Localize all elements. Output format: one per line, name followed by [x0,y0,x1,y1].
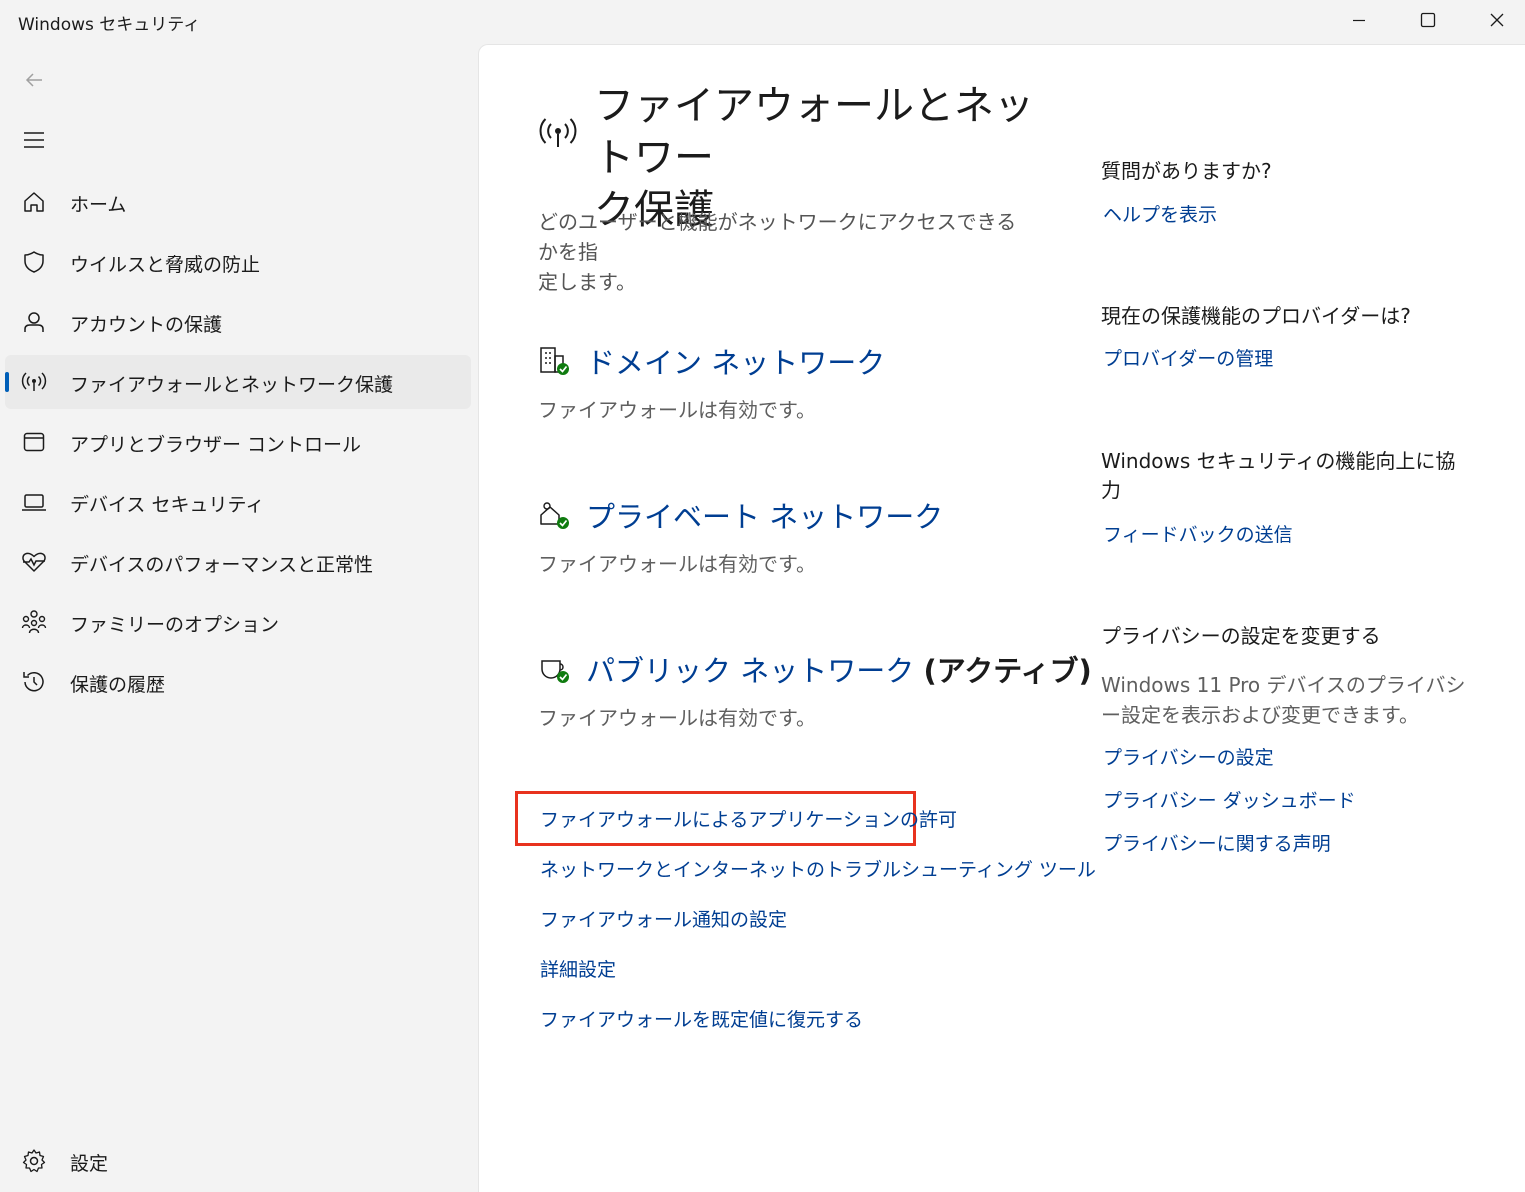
title-bar: Windows セキュリティ [0,0,1525,44]
sidebar-item-family-options[interactable]: ファミリーのオプション [5,595,471,649]
network-name: プライベート ネットワーク [586,500,944,534]
shield-icon [21,249,47,275]
menu-button[interactable] [14,122,54,158]
sidebar-item-home[interactable]: ホーム [5,175,471,229]
app-title: Windows セキュリティ [18,15,201,35]
laptop-icon [21,489,47,515]
maximize-icon [1420,12,1436,28]
private-network-icon [538,498,572,532]
active-badge: (アクティブ) [923,654,1092,688]
back-arrow-icon [25,73,42,87]
back-button[interactable] [14,62,54,98]
wifi-antenna-icon [21,369,47,395]
sidebar-item-label: 保護の履歴 [70,674,166,696]
network-name: ドメイン ネットワーク [586,346,886,380]
sidebar-item-account-protection[interactable]: アカウントの保護 [5,295,471,349]
get-help-link[interactable]: ヘルプを表示 [1103,200,1217,227]
close-icon [1490,13,1504,27]
sidebar-item-device-security[interactable]: デバイス セキュリティ [5,475,471,529]
network-name: パブリック ネットワーク [586,654,915,688]
home-icon [21,189,47,215]
domain-network-link[interactable]: ドメイン ネットワーク [586,340,885,382]
sidebar-item-app-browser[interactable]: アプリとブラウザー コントロール [5,415,471,469]
privacy-description: Windows 11 Pro デバイスのプライバシー設定を表示および変更できます… [1101,673,1466,727]
sidebar-item-protection-history[interactable]: 保護の履歴 [5,655,471,709]
hamburger-menu-icon [24,132,44,148]
public-network-icon [538,652,572,686]
sidebar-item-label: ファミリーのオプション [70,614,280,636]
page-title-line: ファイアウォールとネットワー [594,83,1034,181]
send-feedback-link[interactable]: フィードバックの送信 [1103,520,1293,547]
provider-heading: 現在の保護機能のプロバイダーは? [1101,304,1411,328]
description-line: 定します。 [538,270,636,294]
family-icon [21,609,47,635]
network-troubleshooter-link[interactable]: ネットワークとインターネットのトラブルシューティング ツール [540,855,1096,882]
domain-network-icon [538,344,572,378]
public-network-status: ファイアウォールは有効です。 [538,706,816,730]
restore-firewall-defaults-link[interactable]: ファイアウォールを既定値に復元する [540,1005,863,1032]
maximize-button[interactable] [1394,0,1462,40]
app-window-icon [21,429,47,455]
heart-pulse-icon [21,549,47,575]
firewall-notification-settings-link[interactable]: ファイアウォール通知の設定 [540,905,787,932]
sidebar-item-label: デバイスのパフォーマンスと正常性 [70,554,374,576]
privacy-dashboard-link[interactable]: プライバシー ダッシュボード [1103,786,1356,813]
sidebar-item-label: デバイス セキュリティ [70,494,265,516]
page-description: どのユーザーと機能がネットワークにアクセスできるかを指 定します。 [538,207,1028,297]
sidebar-item-device-performance[interactable]: デバイスのパフォーマンスと正常性 [5,535,471,589]
private-network-link[interactable]: プライベート ネットワーク [586,494,943,536]
sidebar-item-label: ウイルスと脅威の防止 [70,254,261,276]
sidebar-item-label: ホーム [70,194,127,216]
privacy-heading: プライバシーの設定を変更する [1101,624,1381,648]
sidebar-item-virus-protection[interactable]: ウイルスと脅威の防止 [5,235,471,289]
sidebar-item-firewall[interactable]: ファイアウォールとネットワーク保護 [5,355,471,409]
minimize-button[interactable] [1325,0,1393,40]
description-line: どのユーザーと機能がネットワークにアクセスできるかを指 [538,210,1017,264]
person-icon [21,309,47,335]
feedback-heading: Windows セキュリティの機能向上に協力 [1101,449,1456,502]
allow-app-through-firewall-link[interactable]: ファイアウォールによるアプリケーションの許可 [540,805,957,832]
minimize-icon [1353,19,1365,22]
private-network-status: ファイアウォールは有効です。 [538,552,816,576]
sidebar-item-label: アプリとブラウザー コントロール [70,434,362,456]
privacy-settings-link[interactable]: プライバシーの設定 [1103,743,1274,770]
sidebar-item-settings[interactable]: 設定 [5,1134,471,1188]
close-button[interactable] [1463,0,1525,40]
sidebar-item-label: ファイアウォールとネットワーク保護 [70,374,394,396]
history-icon [21,669,47,695]
advanced-settings-link[interactable]: 詳細設定 [540,955,616,982]
domain-network-status: ファイアウォールは有効です。 [538,398,816,422]
gear-icon [21,1148,47,1174]
sidebar-item-label: アカウントの保護 [70,314,223,336]
settings-label: 設定 [70,1153,109,1175]
active-indicator [5,372,9,392]
manage-providers-link[interactable]: プロバイダーの管理 [1103,344,1273,371]
privacy-statement-link[interactable]: プライバシーに関する声明 [1103,829,1331,856]
help-heading: 質問がありますか? [1101,159,1272,183]
wifi-antenna-icon [538,114,578,154]
public-network-link[interactable]: パブリック ネットワーク (アクティブ) [586,648,1092,690]
